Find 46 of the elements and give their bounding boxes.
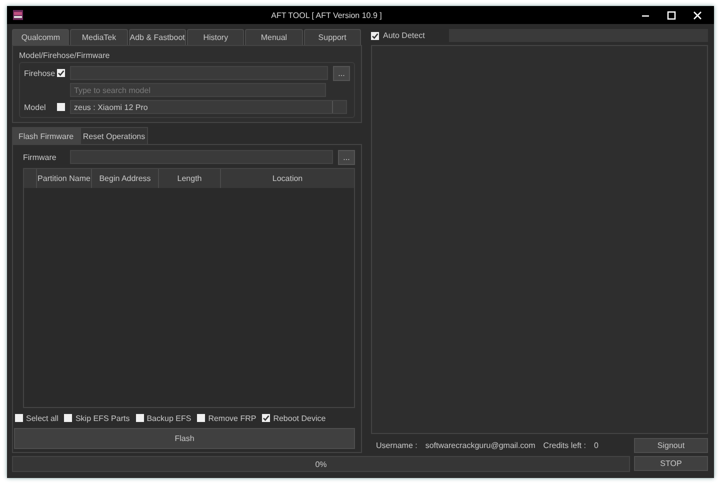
checkbox-label: Remove FRP <box>208 414 256 422</box>
maximize-icon[interactable] <box>666 10 676 20</box>
tab[interactable]: Flash Firmware <box>12 127 80 144</box>
column-header[interactable]: Location <box>220 169 354 188</box>
checkbox-label: Select all <box>26 414 58 422</box>
checkbox[interactable] <box>371 32 379 40</box>
close-icon[interactable] <box>692 10 702 20</box>
checkbox-label: Skip EFS Parts <box>75 414 130 422</box>
progress-text: 0% <box>315 460 327 468</box>
credits-value: 0 <box>594 440 598 450</box>
credits-label: Credits left : <box>543 440 586 450</box>
browse-button[interactable]: ... <box>338 150 355 164</box>
checkbox-label: Auto Detect <box>383 31 425 40</box>
firmware-field[interactable] <box>70 150 333 164</box>
column-header[interactable]: Begin Address <box>91 169 158 188</box>
flash-button[interactable]: Flash <box>14 428 355 449</box>
model-dropdown[interactable]: zeus : Xiaomi 12 Pro <box>70 100 347 114</box>
search-field[interactable]: Type to search model <box>70 83 326 97</box>
group-title: Model/Firehose/Firmware <box>19 50 111 62</box>
checkbox[interactable] <box>57 103 65 111</box>
username-value: softwarecrackguru@gmail.com <box>425 440 536 450</box>
checkbox-label: Reboot Device <box>273 414 326 422</box>
checkbox[interactable] <box>15 414 23 422</box>
tab[interactable]: Qualcomm <box>12 29 70 45</box>
checkbox[interactable] <box>57 69 65 77</box>
checkbox[interactable] <box>262 414 270 422</box>
window-title: AFT TOOL [ AFT Version 10.9 ] <box>270 10 383 20</box>
checkbox[interactable] <box>64 414 72 422</box>
checkbox[interactable] <box>136 414 144 422</box>
tab[interactable]: Adb & Fastboot <box>128 29 186 45</box>
tab[interactable]: Menual <box>245 29 303 45</box>
field-label: Firmware <box>23 152 58 162</box>
tab[interactable]: MediaTek <box>70 29 128 45</box>
tab[interactable]: History <box>186 29 244 45</box>
signout-button[interactable]: Signout <box>634 438 708 452</box>
tab[interactable]: Reset Operations <box>80 127 148 144</box>
tab[interactable]: Support <box>304 29 361 45</box>
field-label: Model <box>24 102 47 112</box>
username-label: Username : <box>376 440 418 450</box>
browse-button[interactable]: ... <box>333 66 350 80</box>
column-header[interactable]: Length <box>158 169 220 188</box>
stop-button[interactable]: STOP <box>634 456 708 471</box>
checkbox[interactable] <box>197 414 206 422</box>
column-header[interactable]: Partition Name <box>36 169 91 188</box>
app-icon <box>13 10 23 20</box>
checkbox-label: Backup EFS <box>146 414 192 422</box>
